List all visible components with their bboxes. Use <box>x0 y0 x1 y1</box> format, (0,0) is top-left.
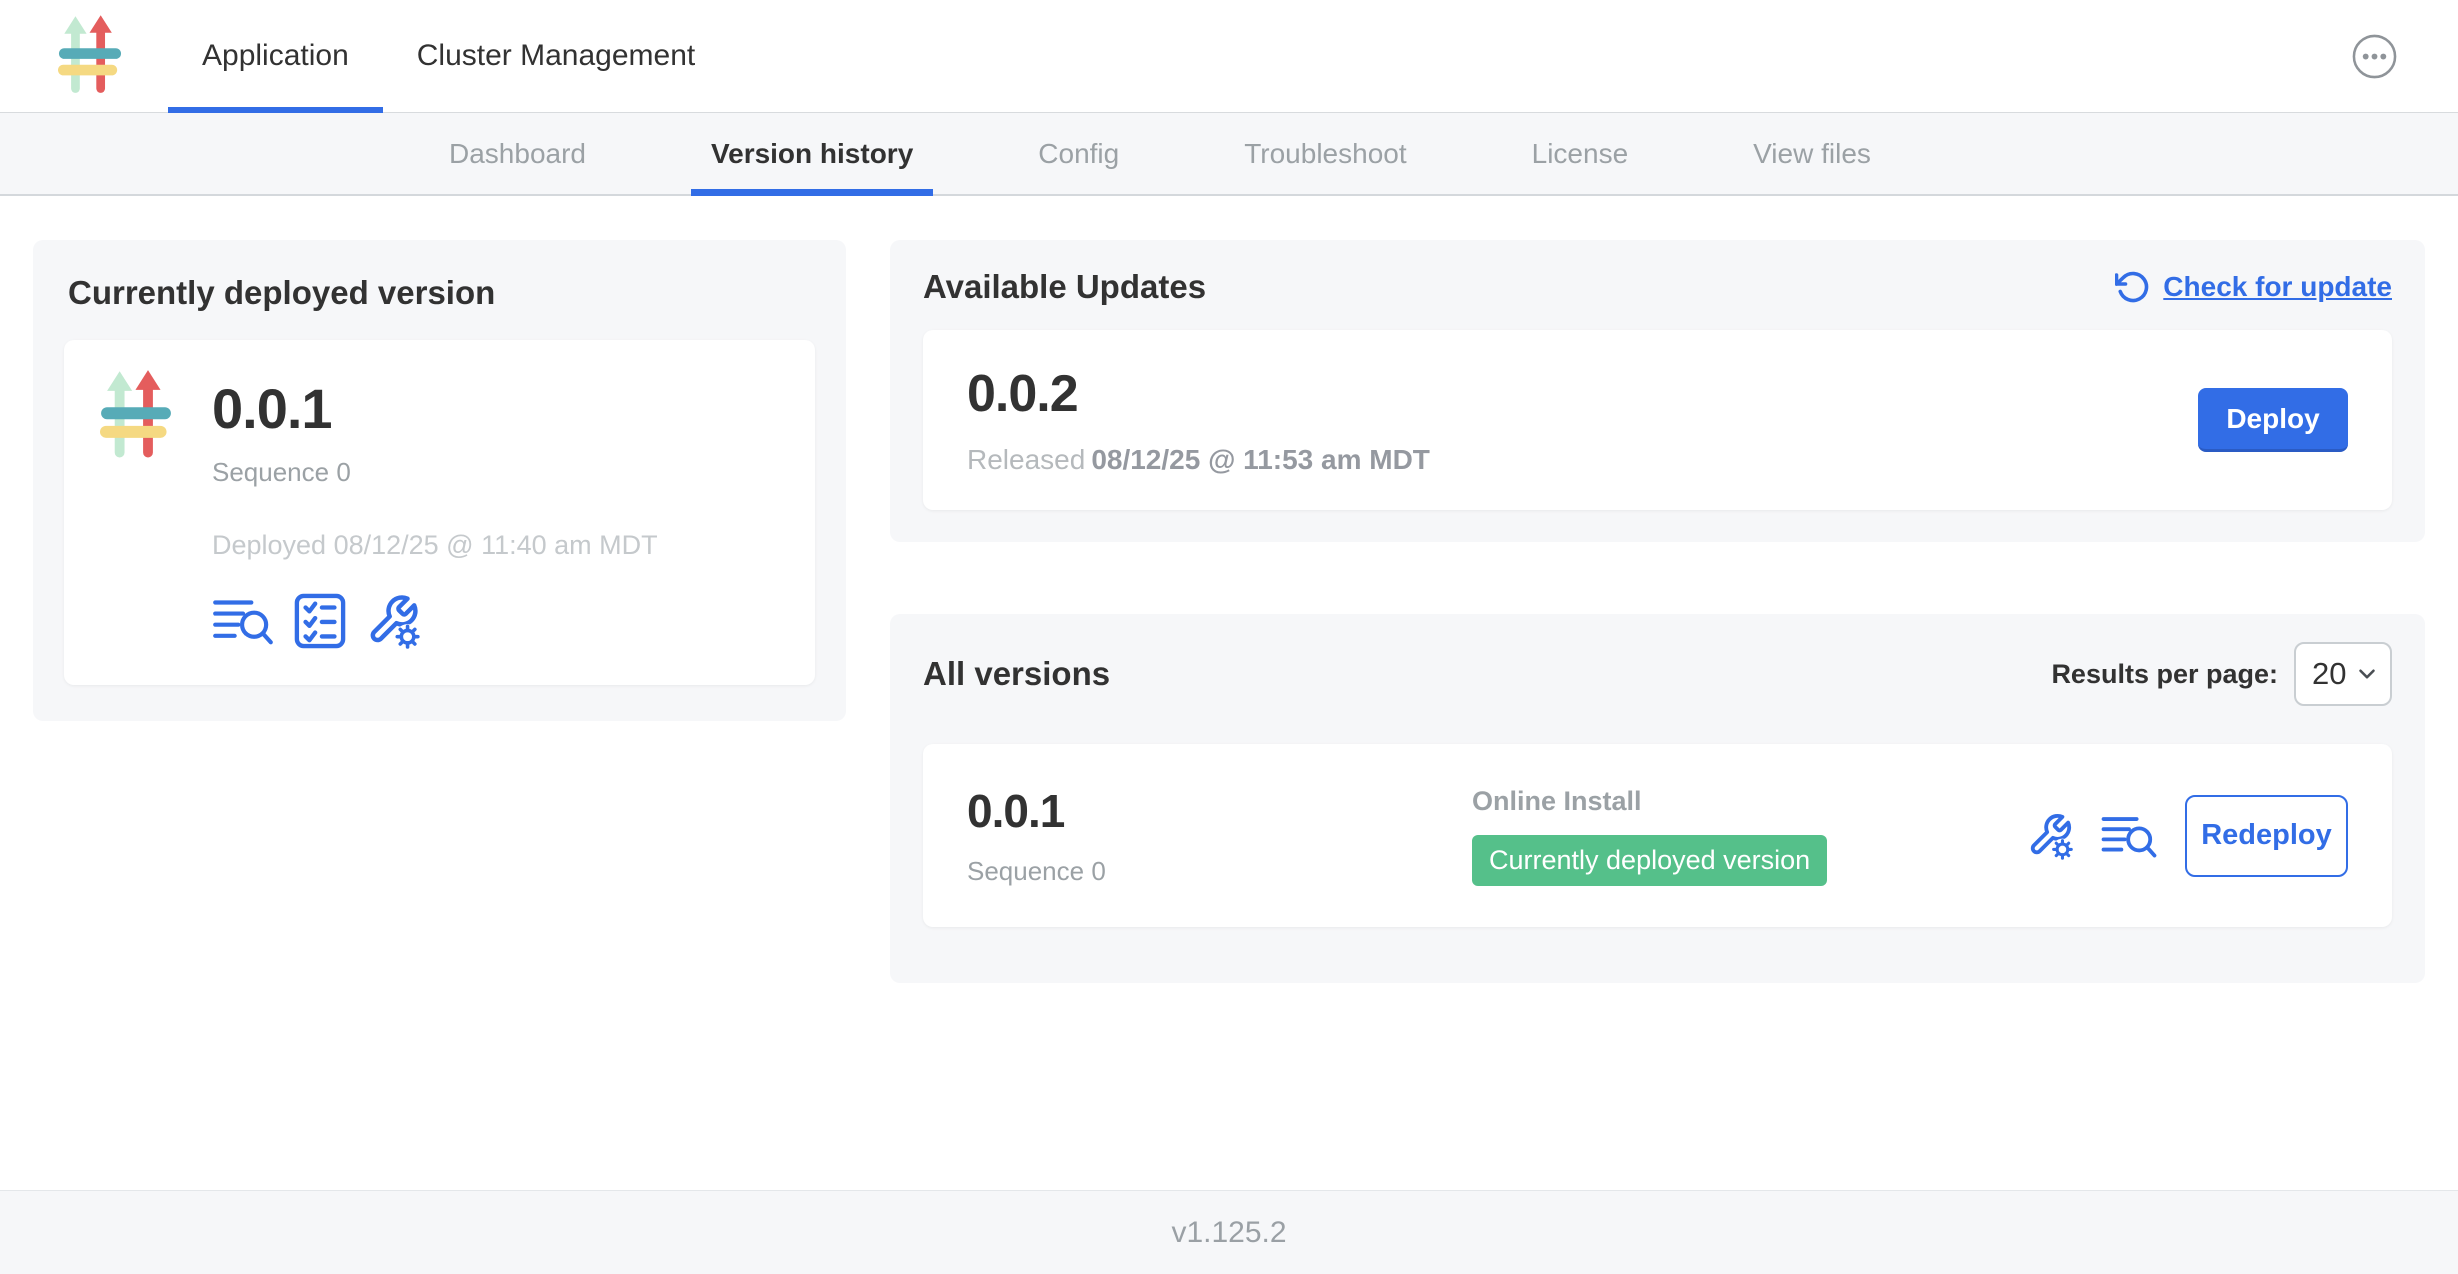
deployed-card-title: Currently deployed version <box>68 274 811 312</box>
results-per-page-label: Results per page: <box>2051 659 2278 690</box>
version-sequence: Sequence 0 <box>967 856 1472 887</box>
currently-deployed-badge: Currently deployed version <box>1472 835 1827 886</box>
right-column: Available Updates Check for update 0.0.2… <box>890 240 2425 983</box>
deployed-version-panel: 0.0.1 Sequence 0 Deployed 08/12/25 @ 11:… <box>64 340 815 685</box>
tab-application[interactable]: Application <box>168 0 383 112</box>
available-updates-title: Available Updates <box>923 268 1206 306</box>
config-icon[interactable] <box>366 593 420 649</box>
tab-cluster-management[interactable]: Cluster Management <box>383 0 729 112</box>
logs-icon[interactable] <box>212 596 274 646</box>
results-per-page-value: 20 <box>2312 656 2346 692</box>
install-type-label: Online Install <box>1472 786 1827 817</box>
update-released-timestamp: Released08/12/25 @ 11:53 am MDT <box>967 444 1430 476</box>
deployed-sequence: Sequence 0 <box>212 457 658 488</box>
available-updates-header: Available Updates Check for update <box>923 268 2392 306</box>
kots-admin-console: Application Cluster Management Dashboard… <box>0 0 2458 1274</box>
results-per-page-select[interactable]: 20 <box>2294 642 2392 706</box>
released-value: 08/12/25 @ 11:53 am MDT <box>1091 444 1430 475</box>
currently-deployed-card: Currently deployed version 0.0.1 Sequenc… <box>33 240 846 721</box>
tab-dashboard[interactable]: Dashboard <box>429 113 606 194</box>
tab-license[interactable]: License <box>1512 113 1649 194</box>
update-info: 0.0.2 Released08/12/25 @ 11:53 am MDT <box>967 364 1430 476</box>
console-version: v1.125.2 <box>1171 1216 1286 1250</box>
all-versions-header: All versions Results per page: 20 <box>923 642 2392 706</box>
version-row-info: 0.0.1 Sequence 0 <box>967 784 1472 887</box>
chevron-down-icon <box>2354 661 2380 687</box>
results-per-page: Results per page: 20 <box>2051 642 2392 706</box>
ellipsis-menu-button[interactable] <box>2351 33 2398 80</box>
tab-view-files[interactable]: View files <box>1733 113 1891 194</box>
top-bar: Application Cluster Management <box>0 0 2458 113</box>
app-logo-arrows-icon <box>58 15 122 97</box>
preflight-checks-icon[interactable] <box>294 593 346 649</box>
all-versions-card: All versions Results per page: 20 0.0. <box>890 614 2425 983</box>
released-label: Released <box>967 444 1085 475</box>
available-updates-card: Available Updates Check for update 0.0.2… <box>890 240 2425 542</box>
tab-config[interactable]: Config <box>1018 113 1139 194</box>
version-row-status: Online Install Currently deployed versio… <box>1472 786 1827 886</box>
config-icon[interactable] <box>2027 812 2073 860</box>
deployed-actions <box>212 593 658 649</box>
console-footer: v1.125.2 <box>0 1190 2458 1274</box>
refresh-icon <box>2115 269 2151 305</box>
redeploy-button[interactable]: Redeploy <box>2185 795 2348 877</box>
check-for-update-link[interactable]: Check for update <box>2115 269 2392 305</box>
version-history-page: Currently deployed version 0.0.1 Sequenc… <box>0 196 2458 1190</box>
update-version-number: 0.0.2 <box>967 364 1430 424</box>
logs-icon[interactable] <box>2101 813 2157 859</box>
tab-troubleshoot[interactable]: Troubleshoot <box>1224 113 1426 194</box>
app-logo-icon <box>58 15 122 97</box>
deployed-version-number: 0.0.1 <box>212 376 658 441</box>
check-for-update-label: Check for update <box>2163 271 2392 303</box>
version-row: 0.0.1 Sequence 0 Online Install Currentl… <box>923 744 2392 927</box>
deployed-version-info: 0.0.1 Sequence 0 Deployed 08/12/25 @ 11:… <box>212 368 658 649</box>
top-nav-tabs: Application Cluster Management <box>168 0 729 112</box>
app-logo-arrows-icon <box>100 370 172 462</box>
app-subnav: Dashboard Version history Config Trouble… <box>0 113 2458 196</box>
version-number: 0.0.1 <box>967 784 1472 838</box>
update-row: 0.0.2 Released08/12/25 @ 11:53 am MDT De… <box>923 330 2392 510</box>
version-row-actions: Redeploy <box>2027 795 2348 877</box>
ellipsis-menu-icon <box>2351 33 2398 80</box>
deployed-timestamp: Deployed 08/12/25 @ 11:40 am MDT <box>212 530 658 561</box>
deploy-button[interactable]: Deploy <box>2198 388 2348 452</box>
all-versions-title: All versions <box>923 655 1110 693</box>
tab-version-history[interactable]: Version history <box>691 113 933 194</box>
